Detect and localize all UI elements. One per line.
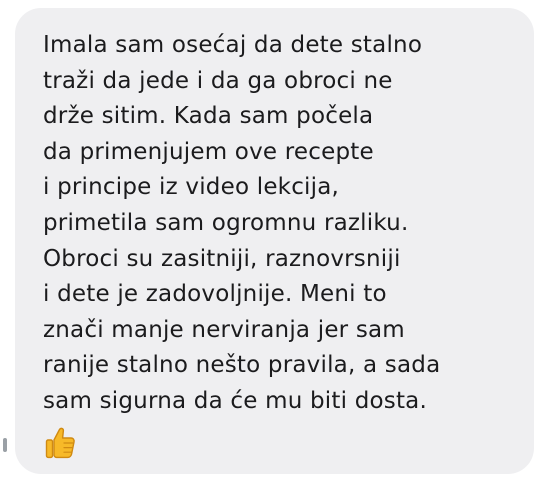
message-line: znači manje nerviranja jer sam (43, 316, 405, 343)
edge-indicator (3, 438, 7, 452)
message-line: drže sitim. Kada sam počela (43, 103, 374, 130)
message-line: Imala sam osećaj da dete stalno (43, 32, 423, 58)
message-line: ranije stalno nešto pravila, a sada (43, 352, 441, 379)
message-line: da primenjujem ove recepte (43, 138, 374, 165)
message-line: Obroci su zasitniji, raznovrsniji (43, 245, 401, 272)
message-text: Imala sam osećaj da dete stalno traži da … (43, 28, 514, 420)
message-line: i principe iz video lekcija, (43, 174, 340, 201)
chat-screen: Imala sam osećaj da dete stalno traži da … (0, 0, 544, 485)
message-line: sam sigurna da će mu biti dosta. (43, 387, 427, 414)
message-line: traži da jede i da ga obroci ne (43, 67, 393, 94)
thumbs-up-icon (45, 427, 75, 458)
message-line: i dete je zadovoljnije. Meni to (43, 281, 387, 308)
message-bubble[interactable]: Imala sam osećaj da dete stalno traži da … (15, 8, 534, 474)
message-line: primetila sam ogromnu razliku. (43, 209, 409, 236)
